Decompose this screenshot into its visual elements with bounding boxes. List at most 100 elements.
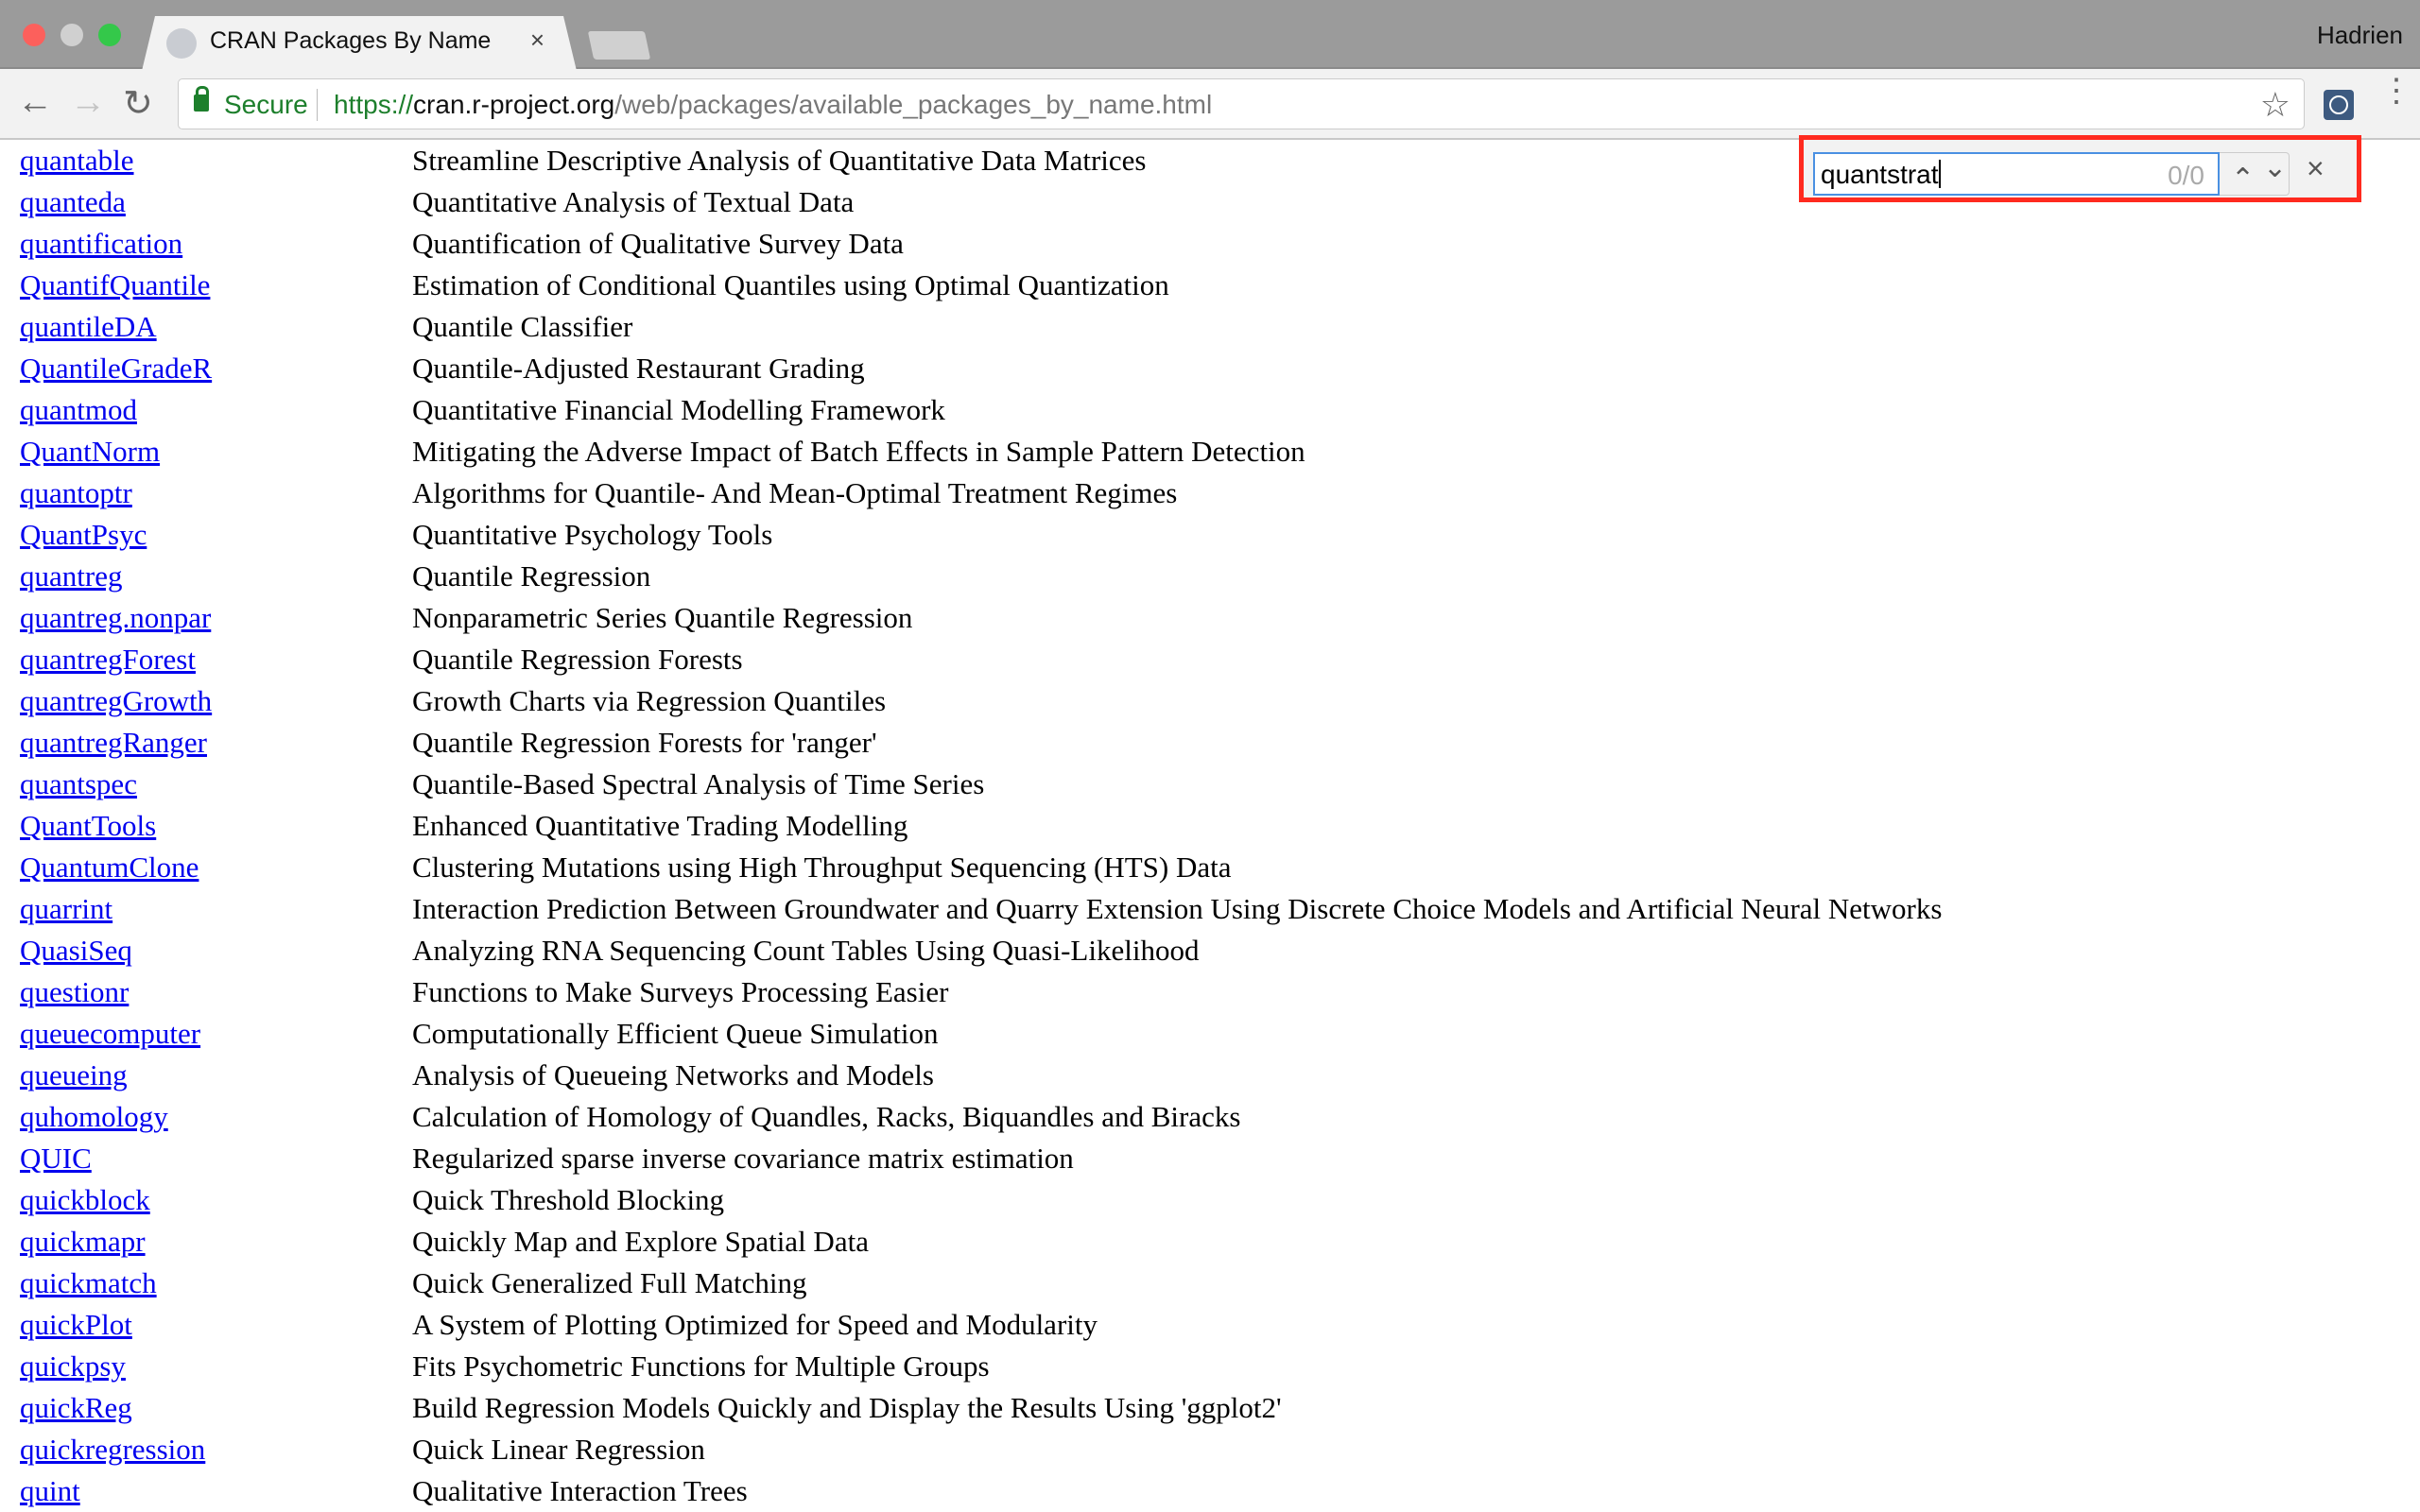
reload-icon[interactable]: ↻ xyxy=(123,82,153,125)
package-description: Quick Threshold Blocking xyxy=(412,1183,725,1216)
back-icon[interactable]: ← xyxy=(17,82,53,123)
package-link[interactable]: quickmapr xyxy=(20,1221,146,1263)
package-link[interactable]: queueing xyxy=(20,1055,128,1096)
package-description: Computationally Efficient Queue Simulati… xyxy=(412,1017,939,1050)
package-link[interactable]: quickReg xyxy=(20,1387,132,1429)
package-description: Quantile-Based Spectral Analysis of Time… xyxy=(412,767,985,800)
package-description: Interaction Prediction Between Groundwat… xyxy=(412,892,1943,925)
table-row: quhomology Calculation of Homology of Qua… xyxy=(0,1096,2269,1138)
package-description: Analyzing RNA Sequencing Count Tables Us… xyxy=(412,934,1200,967)
new-tab-button[interactable] xyxy=(587,31,651,60)
maximize-window-button[interactable] xyxy=(98,24,121,46)
table-row: quickPlot A System of Plotting Optimized … xyxy=(0,1304,2269,1346)
package-link[interactable]: quantregGrowth xyxy=(20,680,212,722)
table-row: quantspec Quantile-Based Spectral Analysi… xyxy=(0,764,2269,805)
package-link[interactable]: quantmod xyxy=(20,389,137,431)
url-host: cran.r-project.org xyxy=(413,90,615,119)
package-link[interactable]: quantspec xyxy=(20,764,137,805)
table-row: QuantNorm Mitigating the Adverse Impact o… xyxy=(0,431,2269,472)
package-link[interactable]: quantreg.nonpar xyxy=(20,597,211,639)
address-bar[interactable]: Secure https://cran.r-project.org/web/pa… xyxy=(178,78,2305,129)
package-link[interactable]: QuasiSeq xyxy=(20,930,132,971)
table-row: quantoptr Algorithms for Quantile- And Me… xyxy=(0,472,2269,514)
package-link[interactable]: quickpsy xyxy=(20,1346,126,1387)
find-input[interactable]: quantstrat 0/0 xyxy=(1813,152,2220,196)
table-row: quantmod Quantitative Financial Modelling… xyxy=(0,389,2269,431)
table-row: QuantTools Enhanced Quantitative Trading … xyxy=(0,805,2269,847)
package-link[interactable]: QuantumClone xyxy=(20,847,199,888)
package-link[interactable]: QuantPsyc xyxy=(20,514,147,556)
package-link[interactable]: QuantNorm xyxy=(20,431,160,472)
find-close-icon[interactable]: × xyxy=(2307,151,2325,186)
table-row: quickblock Quick Threshold Blocking xyxy=(0,1179,2269,1221)
lock-icon xyxy=(194,86,209,112)
package-description: Enhanced Quantitative Trading Modelling xyxy=(412,809,908,842)
url-path: /web/packages/available_packages_by_name… xyxy=(614,90,1213,119)
table-row: quantregGrowth Growth Charts via Regressi… xyxy=(0,680,2269,722)
package-description: Build Regression Models Quickly and Disp… xyxy=(412,1391,1282,1424)
package-link[interactable]: quickPlot xyxy=(20,1304,132,1346)
package-description: Streamline Descriptive Analysis of Quant… xyxy=(412,144,1147,177)
menu-kebab-icon[interactable]: ⋮ xyxy=(2380,75,2412,107)
package-link[interactable]: quhomology xyxy=(20,1096,168,1138)
table-row: quickpsy Fits Psychometric Functions for … xyxy=(0,1346,2269,1387)
table-row: quickmapr Quickly Map and Explore Spatial… xyxy=(0,1221,2269,1263)
url-text[interactable]: https://cran.r-project.org/web/packages/… xyxy=(334,90,1212,120)
package-description: Analysis of Queueing Networks and Models xyxy=(412,1058,934,1091)
package-link[interactable]: quickmatch xyxy=(20,1263,157,1304)
package-link[interactable]: quantregForest xyxy=(20,639,196,680)
package-description: A System of Plotting Optimized for Speed… xyxy=(412,1308,1098,1341)
find-next-icon[interactable]: ⌄ xyxy=(2263,151,2287,184)
package-link[interactable]: quantoptr xyxy=(20,472,132,514)
table-row: questionr Functions to Make Surveys Proce… xyxy=(0,971,2269,1013)
find-previous-icon[interactable]: ⌃ xyxy=(2231,163,2255,196)
package-description: Calculation of Homology of Quandles, Rac… xyxy=(412,1100,1241,1133)
tab-cran-packages[interactable]: CRAN Packages By Name × xyxy=(142,16,577,71)
package-description: Quickly Map and Explore Spatial Data xyxy=(412,1225,869,1258)
profile-name[interactable]: Hadrien xyxy=(2317,21,2403,50)
package-description: Algorithms for Quantile- And Mean-Optima… xyxy=(412,476,1178,509)
package-link[interactable]: queuecomputer xyxy=(20,1013,200,1055)
table-row: quarrint Interaction Prediction Between G… xyxy=(0,888,2269,930)
package-description: Quantile Classifier xyxy=(412,310,633,343)
package-link[interactable]: quantification xyxy=(20,223,182,265)
table-row: QuantPsyc Quantitative Psychology Tools xyxy=(0,514,2269,556)
table-row: quickmatch Quick Generalized Full Matchin… xyxy=(0,1263,2269,1304)
find-query: quantstrat xyxy=(1821,160,1939,189)
package-link[interactable]: questionr xyxy=(20,971,129,1013)
package-description: Quantitative Analysis of Textual Data xyxy=(412,185,855,218)
package-link[interactable]: quantregRanger xyxy=(20,722,207,764)
package-link[interactable]: QuantifQuantile xyxy=(20,265,210,306)
package-link[interactable]: quint xyxy=(20,1470,80,1512)
package-link[interactable]: QuantileGradeR xyxy=(20,348,212,389)
package-description: Quantitative Psychology Tools xyxy=(412,518,773,551)
minimize-window-button[interactable] xyxy=(60,24,83,46)
package-description: Quantification of Qualitative Survey Dat… xyxy=(412,227,904,260)
package-link[interactable]: quantable xyxy=(20,140,134,181)
package-link[interactable]: quanteda xyxy=(20,181,126,223)
url-scheme: https:// xyxy=(334,90,414,119)
tab-close-icon[interactable]: × xyxy=(530,26,544,55)
extension-icon[interactable] xyxy=(2324,90,2354,120)
package-link[interactable]: quickblock xyxy=(20,1179,150,1221)
table-row: QuantifQuantile Estimation of Conditional… xyxy=(0,265,2269,306)
browser-toolbar: ← → ↻ Secure https://cran.r-project.org/… xyxy=(0,69,2420,140)
package-link[interactable]: quantreg xyxy=(20,556,122,597)
secure-label: Secure xyxy=(224,90,308,119)
package-description: Regularized sparse inverse covariance ma… xyxy=(412,1142,1074,1175)
find-bar: quantstrat 0/0 ⌃ ⌄ × xyxy=(1799,135,2361,202)
package-link[interactable]: quantileDA xyxy=(20,306,157,348)
r-logo-icon xyxy=(166,28,197,59)
package-link[interactable]: QUIC xyxy=(20,1138,92,1179)
package-link[interactable]: quarrint xyxy=(20,888,112,930)
find-nav-buttons: ⌃ ⌄ xyxy=(2220,152,2290,196)
bookmark-star-icon[interactable]: ☆ xyxy=(2260,85,2290,125)
table-row: quickReg Build Regression Models Quickly … xyxy=(0,1387,2269,1429)
close-window-button[interactable] xyxy=(23,24,45,46)
table-row: quantification Quantification of Qualitat… xyxy=(0,223,2269,265)
package-link[interactable]: QuantTools xyxy=(20,805,156,847)
forward-icon[interactable]: → xyxy=(70,82,106,123)
table-row: QuantumClone Clustering Mutations using H… xyxy=(0,847,2269,888)
package-description: Quantile Regression xyxy=(412,559,651,593)
package-link[interactable]: quickregression xyxy=(20,1429,205,1470)
